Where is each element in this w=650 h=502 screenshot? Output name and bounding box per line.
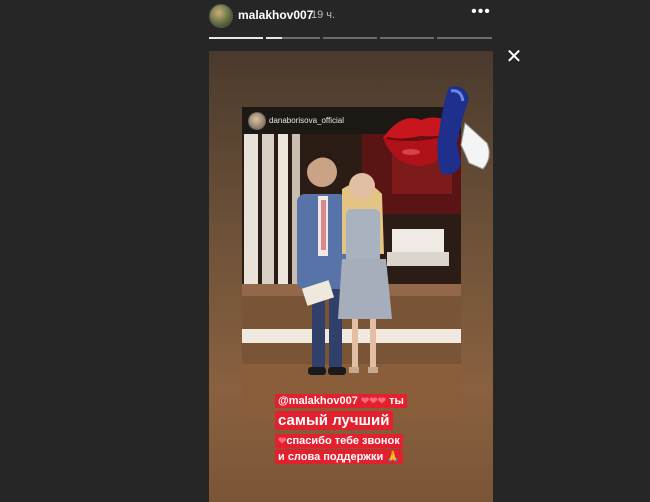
- caption-line-1: @malakhov007 ❤❤❤ ты: [275, 394, 407, 408]
- progress-segment: [380, 37, 434, 39]
- caption-line-2: самый лучший: [275, 411, 393, 430]
- post-photo: [242, 134, 461, 419]
- more-options-icon[interactable]: •••: [470, 4, 492, 22]
- story-progress-bar: [209, 37, 492, 39]
- caption-text-3: спасибо тебе звонок: [286, 435, 400, 447]
- close-icon[interactable]: ✕: [505, 47, 523, 67]
- mention-link[interactable]: @malakhov007: [278, 395, 358, 407]
- progress-segment-current: [266, 37, 320, 39]
- post-username: danaborisova_official: [269, 116, 345, 125]
- hearts-icon: ❤❤❤: [360, 396, 387, 407]
- caption-text-1: ты: [389, 395, 404, 407]
- progress-segment: [323, 37, 377, 39]
- timestamp: 19 ч.: [311, 9, 336, 21]
- story-frame[interactable]: danaborisova_official @malakhov007 ❤❤❤ т…: [209, 51, 493, 502]
- caption-text-4: и слова поддержки: [278, 451, 384, 463]
- username[interactable]: malakhov007: [238, 8, 313, 22]
- caption-line-3: ❤спасибо тебе звонок: [275, 434, 403, 448]
- phone-sticker: [437, 86, 490, 175]
- prayer-icon: 🙏: [386, 451, 400, 463]
- progress-segment: [209, 37, 263, 39]
- story-header: malakhov007 19 ч. •••: [0, 0, 650, 40]
- progress-fill: [266, 37, 283, 39]
- post-avatar: [248, 112, 266, 130]
- progress-segment: [437, 37, 492, 39]
- user-avatar[interactable]: [209, 4, 233, 28]
- caption-line-4: и слова поддержки 🙏: [275, 449, 403, 464]
